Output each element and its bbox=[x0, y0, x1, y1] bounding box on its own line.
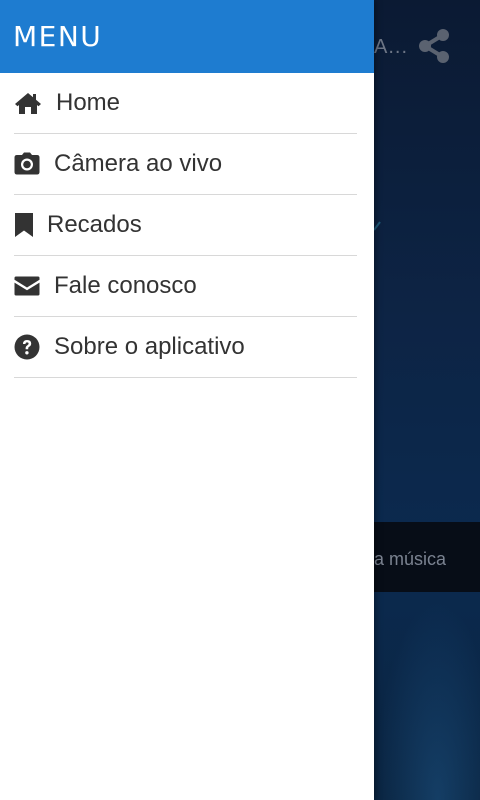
drawer-title: MENU bbox=[13, 20, 103, 53]
menu-list: Home Câmera ao vivo Recados Fale conosco… bbox=[0, 73, 374, 378]
background-light-rays bbox=[374, 600, 480, 800]
share-icon[interactable] bbox=[414, 26, 454, 66]
menu-item-fale-conosco[interactable]: Fale conosco bbox=[14, 256, 357, 317]
background-app-title: A... bbox=[374, 36, 409, 58]
navigation-drawer: MENU Home Câmera ao vivo Recados Fale co… bbox=[0, 0, 374, 800]
envelope-icon bbox=[14, 272, 42, 300]
background-decoration bbox=[373, 200, 394, 240]
bookmark-icon bbox=[14, 211, 36, 239]
home-icon bbox=[14, 89, 42, 117]
menu-item-recados[interactable]: Recados bbox=[14, 195, 357, 256]
question-circle-icon bbox=[14, 333, 42, 361]
background-player-text: a música bbox=[374, 549, 447, 569]
menu-item-sobre[interactable]: Sobre o aplicativo bbox=[14, 317, 357, 378]
menu-item-label: Recados bbox=[47, 211, 142, 238]
menu-item-camera[interactable]: Câmera ao vivo bbox=[14, 134, 357, 195]
camera-icon bbox=[14, 150, 42, 178]
menu-item-label: Sobre o aplicativo bbox=[54, 333, 245, 360]
menu-item-home[interactable]: Home bbox=[14, 73, 357, 134]
drawer-header: MENU bbox=[0, 0, 374, 73]
menu-item-label: Câmera ao vivo bbox=[54, 150, 223, 177]
menu-item-label: Fale conosco bbox=[54, 272, 197, 299]
menu-item-label: Home bbox=[56, 89, 121, 116]
app-screen: A... a música MENU Home Câmera ao vivo R… bbox=[0, 0, 480, 800]
